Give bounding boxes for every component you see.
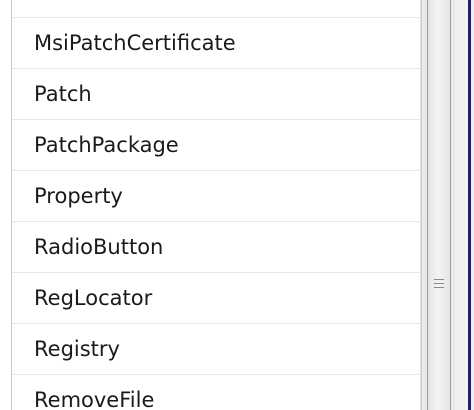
list-item[interactable]: Registry [12,324,420,375]
table-list[interactable]: Media MsiPatchCertificate Patch PatchPac… [11,0,421,410]
window-frame-edge [455,0,474,410]
list-item[interactable]: RemoveFile [12,375,420,410]
list-item[interactable]: RegLocator [12,273,420,324]
list-item[interactable]: Property [12,171,420,222]
scrollbar-grip-icon [434,279,444,290]
vertical-scrollbar[interactable] [421,0,456,410]
list-item[interactable]: Patch [12,69,420,120]
list-item[interactable]: RadioButton [12,222,420,273]
list-item[interactable]: PatchPackage [12,120,420,171]
scrollbar-thumb[interactable] [427,0,451,410]
frame-border [468,0,471,410]
list-item[interactable]: MsiPatchCertificate [12,18,420,69]
table-list-window: Media MsiPatchCertificate Patch PatchPac… [0,0,474,410]
list-item[interactable]: Media [12,0,420,18]
